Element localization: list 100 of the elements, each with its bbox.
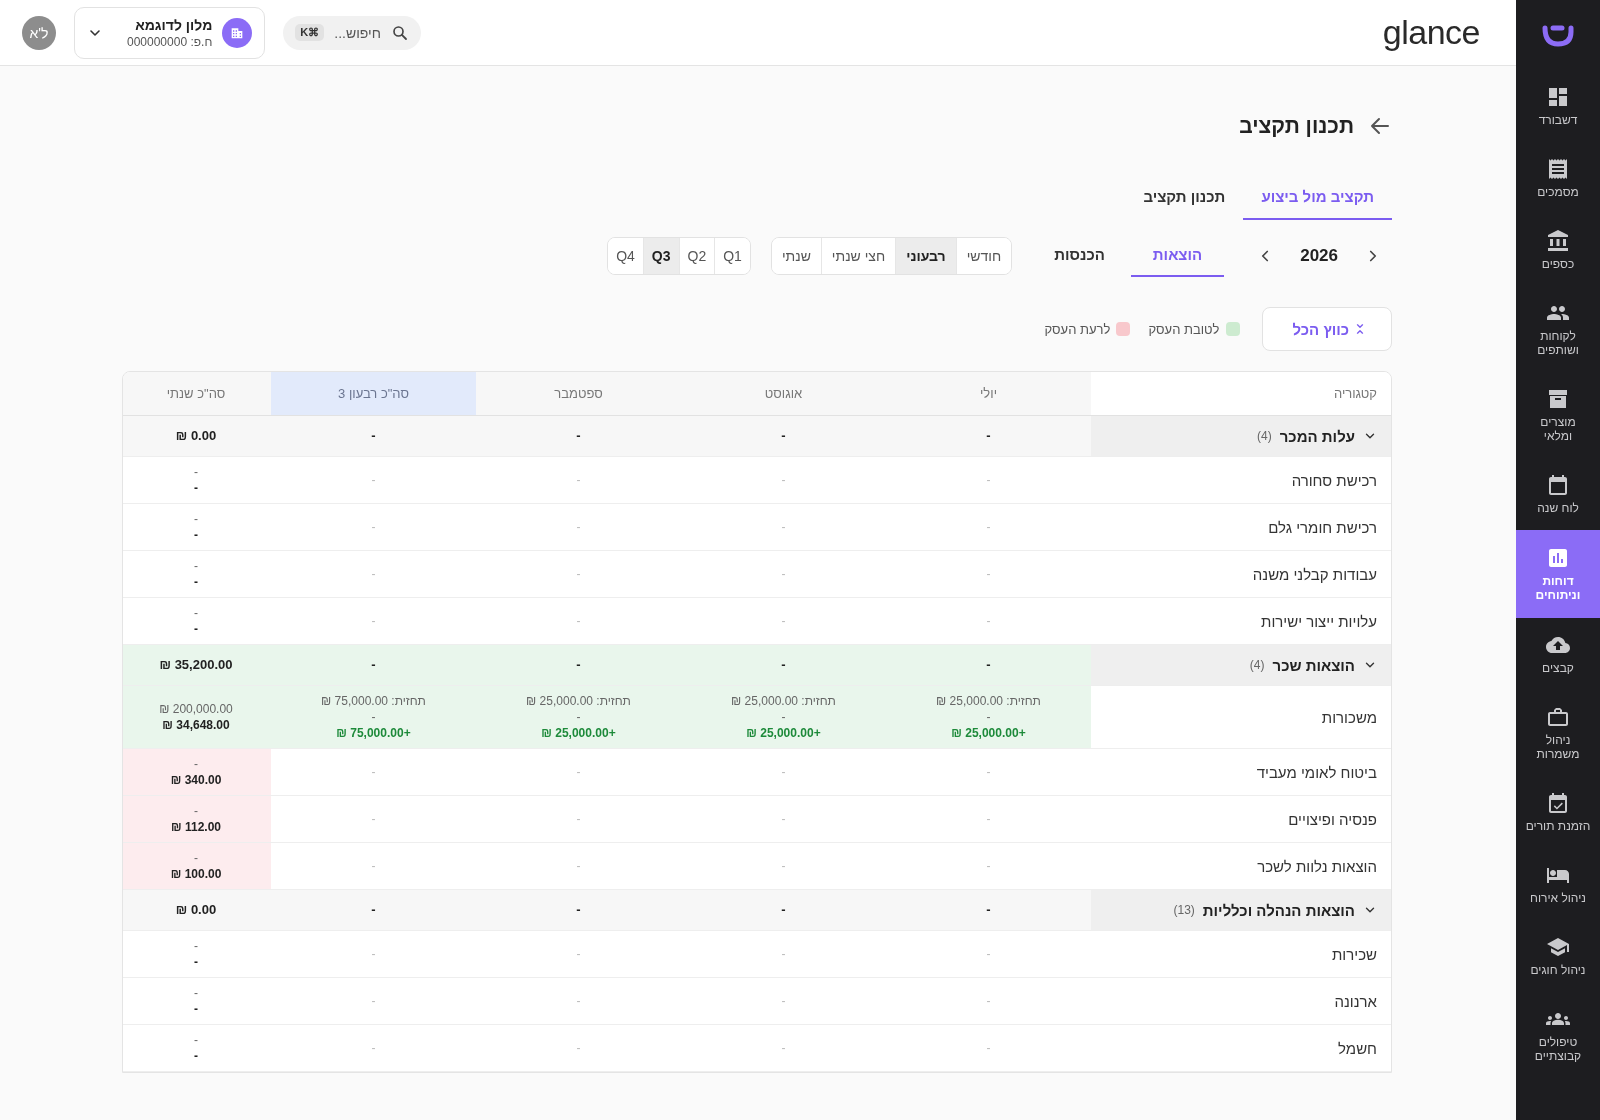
cell-value: - [986,812,991,826]
collapse-all-button[interactable]: כווץ הכל [1261,307,1392,351]
view-tab[interactable]: תכנון תקציב [1125,176,1244,220]
total-value: - [371,657,376,672]
total-value: - [576,657,581,672]
category-name: ביטוח לאומי מעביד [1256,763,1377,781]
group-count: (4) [1249,658,1265,672]
cell-value: - [576,859,581,873]
quarter-option[interactable]: Q1 [714,237,750,274]
nav-item[interactable]: ניהול חוגים [1516,920,1600,992]
view-tab[interactable]: תקציב מול ביצוע [1243,176,1392,220]
nav-item[interactable]: מסמכים [1516,142,1600,214]
forecast-value: - [194,939,198,953]
nav-item[interactable]: כספים [1516,214,1600,286]
total-value: - [986,902,991,917]
cell-value: - [986,567,991,581]
search-icon [390,23,409,42]
forecast-value: - [986,710,991,724]
calendar-icon [1546,473,1570,497]
legend-label: לרעת העסק [1044,321,1111,337]
business-selector[interactable]: מלון לדוגמא ח.פ: 000000000 [74,6,266,59]
actual-value: 100.00 ₪ [170,867,222,881]
variance-value: +25,000.00 ₪ [746,726,821,740]
business-name: מלון לדוגמא [134,16,213,33]
nav-item[interactable]: טיפולים קבוצתיים [1516,992,1600,1078]
cell-value: - [371,567,376,581]
cell-value: - [371,994,376,1008]
forecast-value: - [194,465,198,479]
briefcase-icon [1546,705,1570,729]
cell-value: - [986,994,991,1008]
nav-item[interactable]: לקוחות ושותפים [1516,286,1600,372]
forecast-value: - [576,710,581,724]
actual-value: - [194,1049,198,1063]
business-id: ח.פ: 000000000 [127,34,213,49]
collapse-icon [1355,322,1365,336]
total-value: - [986,428,991,443]
forecast-value: 200,000.00 ₪ [159,702,233,716]
actual-value: - [194,622,198,636]
column-header: סה"כ רבעון 3 [271,372,476,416]
actual-value: - [194,575,198,589]
group-count: (13) [1173,903,1195,917]
nav-item[interactable]: קבצים [1516,618,1600,690]
nav-item[interactable]: מוצרים ומלאי [1516,372,1600,458]
group-name: הוצאות הנהלה וכלליות [1202,901,1355,919]
cell-value: - [986,614,991,628]
type-tab[interactable]: הכנסות [1032,234,1127,277]
variance-value: +25,000.00 ₪ [951,726,1026,740]
cell-value: - [781,1041,786,1055]
group-count: (4) [1257,429,1272,443]
nav-item[interactable]: ניהול אירוח [1516,848,1600,920]
period-option[interactable]: חודשי [955,237,1012,274]
cell-value: - [781,812,786,826]
total-value: - [371,902,376,917]
total-value: - [986,657,991,672]
year-label: 2026 [1300,245,1338,266]
nav-item[interactable]: לוח שנה [1516,458,1600,530]
category-name: רכישת חומרי גלם [1268,518,1377,536]
archive-box-icon [1546,387,1570,411]
forecast-value: - [781,710,786,724]
forecast-value: - [194,851,198,865]
category-name: ארנונה [1334,992,1377,1010]
building-icon [222,17,253,48]
cell-value: - [371,473,376,487]
quarter-option[interactable]: Q3 [642,237,679,274]
column-header: סה"כ שנתי [123,372,271,416]
logo-icon[interactable] [1542,24,1574,48]
cell-value: - [576,473,581,487]
column-header: ספטמבר [476,372,681,416]
period-option[interactable]: רבעוני [895,237,956,274]
total-value: 0.00 ₪ [175,428,217,443]
actual-value: - [194,955,198,969]
logo[interactable]: glance [1382,13,1480,52]
forecast-value: - [194,606,198,620]
cell-value: - [986,947,991,961]
bar-chart-icon [1546,546,1570,570]
forecast-value: - [194,757,198,771]
forecast-value: - [194,804,198,818]
forecast-value: תחזית: 25,000.00 ₪ [526,694,631,708]
group-name: עלות המכר [1279,427,1355,445]
column-header: יולי [886,372,1091,416]
cell-value: - [576,947,581,961]
cell-value: - [371,1041,376,1055]
total-value: 35,200.00 ₪ [159,657,233,672]
actual-value: 34,648.00 ₪ [162,718,230,732]
cell-value: - [576,614,581,628]
forecast-value: - [194,1033,198,1047]
cell-value: - [986,520,991,534]
category-name: רכישת סחורה [1291,471,1377,489]
forecast-value: - [194,559,198,573]
nav-item[interactable]: הזמנת תורים [1516,776,1600,848]
cell-value: - [781,765,786,779]
nav-item[interactable]: ניהול משמרות [1516,690,1600,776]
type-tab[interactable]: הוצאות [1130,234,1225,277]
cell-value: - [781,994,786,1008]
nav-item[interactable]: דשבורד [1516,70,1600,142]
forecast-value: תחזית: 25,000.00 ₪ [731,694,836,708]
forecast-value: - [371,710,376,724]
shortcut-key: ⌘K [295,24,325,41]
nav-item[interactable]: דוחות וניתוחים [1516,530,1600,618]
forecast-value: - [194,986,198,1000]
